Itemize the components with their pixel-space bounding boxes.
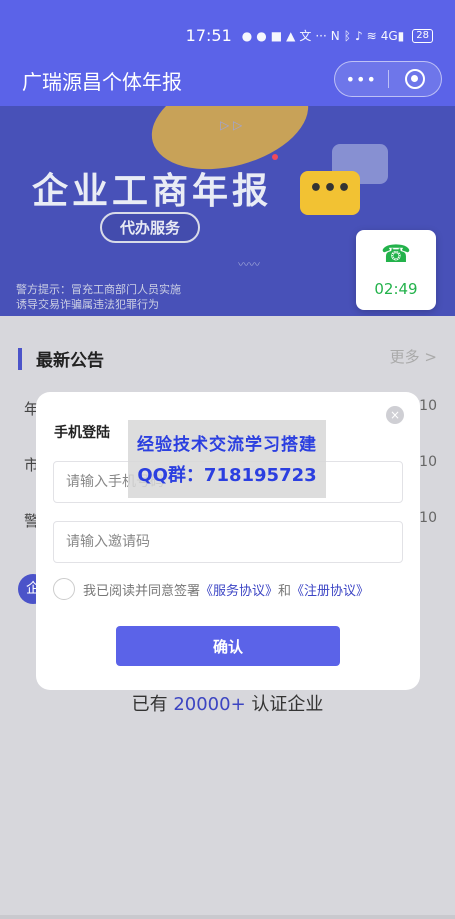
close-icon[interactable]: × bbox=[386, 406, 404, 424]
more-icon: ··· bbox=[315, 28, 327, 43]
signal-icon: 4G▮ bbox=[380, 28, 405, 43]
search-app-icon: ■ bbox=[270, 28, 283, 43]
top-bar: 17:51 ● ● ■ ▲ 文 ··· N ᛒ ♪ ≋ 4G▮ 28 广瑞源昌个… bbox=[0, 0, 455, 106]
call-floating-badge[interactable]: ☎ 02:49 bbox=[356, 230, 436, 310]
confirm-button[interactable]: 确认 bbox=[116, 626, 340, 666]
service-agreement-link[interactable]: 《服务协议》 bbox=[200, 580, 278, 599]
nfc-icon: N bbox=[330, 28, 340, 43]
bluetooth-icon: ᛒ bbox=[343, 28, 351, 43]
notice-row-date: 10 bbox=[419, 398, 437, 414]
certified-number: 20000+ bbox=[173, 694, 246, 715]
chat-bubble-icon: ••• bbox=[300, 171, 360, 215]
notice-more-link[interactable]: 更多 > bbox=[390, 346, 437, 367]
play-arrows-icon: ▷ ▷ bbox=[220, 118, 243, 132]
notice-header: 最新公告 bbox=[18, 346, 104, 371]
watermark-line: 经验技术交流学习搭建 bbox=[137, 435, 317, 455]
banner-warning-line: 警方提示：冒充工商部门人员实施 bbox=[16, 283, 181, 296]
status-bar: 17:51 ● ● ■ ▲ 文 ··· N ᛒ ♪ ≋ 4G▮ 28 bbox=[186, 26, 433, 45]
agreement-row: 我已阅读并同意签署 《服务协议》 和 《注册协议》 bbox=[53, 578, 369, 600]
agree-text: 我已阅读并同意签署 bbox=[83, 583, 201, 599]
home-indicator bbox=[0, 915, 455, 919]
section-accent-bar bbox=[18, 347, 22, 370]
battery-icon: 28 bbox=[412, 28, 433, 43]
watermark-line: QQ群：718195723 bbox=[137, 465, 317, 486]
translate-icon: 文 bbox=[299, 29, 312, 43]
banner-service-pill: 代办服务 bbox=[100, 212, 201, 243]
certified-prefix: 已有 bbox=[131, 694, 174, 715]
notice-row-date: 10 bbox=[419, 454, 437, 470]
notice-title: 最新公告 bbox=[36, 351, 104, 371]
status-time: 17:51 bbox=[185, 26, 232, 45]
close-miniapp-button[interactable] bbox=[388, 69, 441, 89]
agree-and: 和 bbox=[278, 583, 292, 599]
banner-title: 企业工商年报 bbox=[32, 171, 273, 212]
call-timer: 02:49 bbox=[374, 280, 418, 298]
banner-warning: 警方提示：冒充工商部门人员实施 诱导交易诈骗属违法犯罪行为 bbox=[16, 282, 181, 312]
certified-suffix: 认证企业 bbox=[245, 694, 324, 715]
banner-warning-line: 诱导交易诈骗属违法犯罪行为 bbox=[16, 298, 159, 311]
certified-count: 已有 20000+ 认证企业 bbox=[0, 690, 455, 716]
mic-icon: ♪ bbox=[354, 28, 363, 43]
invite-code-input[interactable] bbox=[53, 521, 403, 563]
miniapp-capsule: ••• bbox=[334, 61, 442, 97]
notice-row-date: 10 bbox=[419, 510, 437, 526]
wave-icon: 〰〰 bbox=[238, 258, 260, 271]
network-type: 4G bbox=[380, 28, 398, 43]
page-title: 广瑞源昌个体年报 bbox=[22, 70, 182, 94]
wechat-icon: ● bbox=[256, 28, 267, 43]
banner-dot bbox=[272, 154, 278, 160]
target-icon bbox=[404, 69, 425, 89]
agree-checkbox[interactable] bbox=[53, 578, 75, 600]
register-agreement-link[interactable]: 《注册协议》 bbox=[291, 580, 369, 599]
wifi-icon: ≋ bbox=[366, 28, 377, 43]
watermark: 经验技术交流学习搭建 QQ群：718195723 bbox=[128, 420, 326, 498]
wechat-icon: ● bbox=[241, 28, 253, 43]
more-options-button[interactable]: ••• bbox=[335, 70, 388, 89]
dialog-title: 手机登陆 bbox=[54, 425, 110, 441]
qq-icon: ▲ bbox=[286, 28, 296, 43]
phone-icon: ☎ bbox=[381, 240, 411, 268]
